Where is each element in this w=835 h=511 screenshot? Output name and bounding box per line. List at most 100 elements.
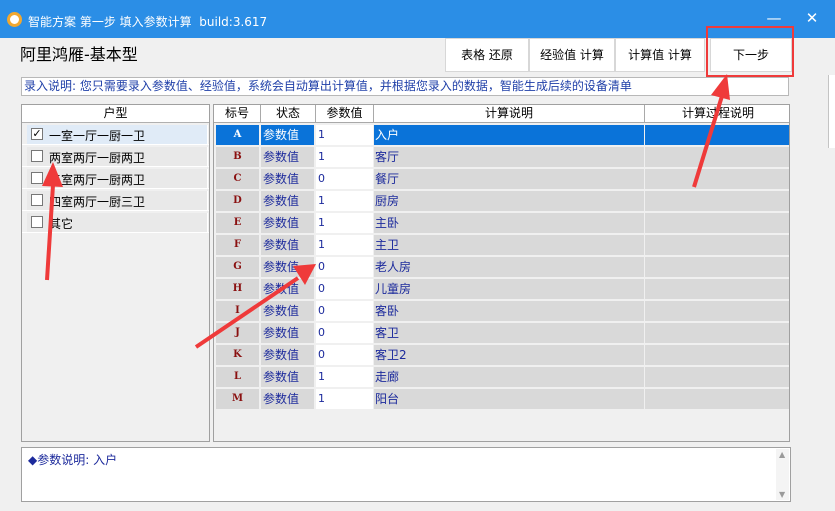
grid-row[interactable]: H 参数值 0 儿童房 [214,278,789,300]
parameter-value-input[interactable]: 0 [316,345,373,365]
description-scrollbar[interactable]: ▲ ▼ [776,449,789,500]
close-button[interactable]: ✕ [802,8,822,28]
grid-row[interactable]: K 参数值 0 客卫2 [214,344,789,366]
row-process-cell [645,257,789,277]
parameter-value-input[interactable]: 0 [316,301,373,321]
parameter-value-input[interactable]: 1 [316,125,373,145]
grid-header: 标号 状态 参数值 计算说明 计算过程说明 [214,105,789,123]
row-description-cell: 走廊 [374,367,644,387]
house-type-item[interactable]: 三室两厅一厨两卫 [22,167,209,189]
parameter-value-input[interactable]: 1 [316,389,373,409]
row-key-cell: C [216,169,259,189]
minimize-button[interactable]: — [764,8,784,28]
row-key-cell: E [216,213,259,233]
row-description-cell: 阳台 [374,389,644,409]
parameter-value-input[interactable]: 1 [316,213,373,233]
row-description-cell: 客卫 [374,323,644,343]
parameter-value-input[interactable]: 0 [316,257,373,277]
grid-row[interactable]: F 参数值 1 主卫 [214,234,789,256]
column-header-description[interactable]: 计算说明 [374,105,645,123]
scroll-up-icon[interactable]: ▲ [779,450,785,459]
parameter-value-input[interactable]: 1 [316,367,373,387]
house-type-item-body: 两室两厅一厨两卫 [27,147,208,166]
column-header-status[interactable]: 状态 [261,105,316,123]
grid-row[interactable]: G 参数值 0 老人房 [214,256,789,278]
grid-row[interactable]: E 参数值 1 主卧 [214,212,789,234]
window-title-text: 智能方案 第一步 填入参数计算 [28,15,192,29]
row-key-cell: H [216,279,259,299]
parameter-value-input[interactable]: 0 [316,279,373,299]
parameter-value-input[interactable]: 1 [316,147,373,167]
row-status-cell: 参数值 [261,345,314,365]
scroll-down-icon[interactable]: ▼ [779,490,785,499]
house-type-item-body: 三室两厅一厨两卫 [27,169,208,188]
house-type-item[interactable]: ✓ 一室一厅一厨一卫 [22,123,209,145]
house-type-label: 其它 [49,217,74,231]
house-type-list: ✓ 一室一厅一厨一卫 两室两厅一厨两卫三室两厅一厨两卫四室两厅一厨三卫其它 [22,123,209,233]
row-status-cell: 参数值 [261,257,314,277]
restore-table-button[interactable]: 表格 还原 [445,38,529,72]
row-description-cell: 餐厅 [374,169,644,189]
grid-row[interactable]: B 参数值 1 客厅 [214,146,789,168]
next-step-highlight-box [706,26,794,77]
experience-calc-button[interactable]: 经验值 计算 [529,38,615,72]
row-key-cell: A [216,125,259,145]
row-process-cell [645,323,789,343]
row-key-cell: K [216,345,259,365]
parameter-grid: 标号 状态 参数值 计算说明 计算过程说明 A 参数值 1 入户 B 参数值 1 客厅 C 参数值… [213,104,790,442]
house-type-checkbox[interactable]: ✓ [31,128,43,140]
row-status-cell: 参数值 [261,323,314,343]
house-type-checkbox[interactable] [31,216,43,228]
house-type-item-body: 其它 [27,213,208,232]
row-process-cell [645,125,789,145]
parameter-value-input[interactable]: 1 [316,191,373,211]
house-type-label: 三室两厅一厨两卫 [49,173,146,187]
house-type-item-body: ✓ 一室一厅一厨一卫 [27,125,208,144]
house-type-item[interactable]: 其它 [22,211,209,233]
client-area: 阿里鸿雁-基本型 表格 还原 经验值 计算 计算值 计算 下一步 录入说明: 您… [0,26,835,511]
instruction-bar: 录入说明: 您只需要录入参数值、经验值，系统会自动算出计算值，并根据您录入的数据… [21,77,789,96]
row-status-cell: 参数值 [261,389,314,409]
house-type-checkbox[interactable] [31,172,43,184]
house-type-item[interactable]: 四室两厅一厨三卫 [22,189,209,211]
grid-row[interactable]: D 参数值 1 厨房 [214,190,789,212]
grid-row[interactable]: J 参数值 0 客卫 [214,322,789,344]
row-status-cell: 参数值 [261,191,314,211]
grid-row[interactable]: L 参数值 1 走廊 [214,366,789,388]
house-type-checkbox[interactable] [31,194,43,206]
row-description-cell: 儿童房 [374,279,644,299]
grid-row[interactable]: C 参数值 0 餐厅 [214,168,789,190]
row-process-cell [645,301,789,321]
build-label: build:3.617 [199,15,268,29]
house-type-checkbox[interactable] [31,150,43,162]
row-process-cell [645,147,789,167]
row-key-cell: G [216,257,259,277]
house-type-item[interactable]: 两室两厅一厨两卫 [22,145,209,167]
row-description-cell: 客卧 [374,301,644,321]
column-header-value[interactable]: 参数值 [316,105,374,123]
column-header-key[interactable]: 标号 [214,105,261,123]
computed-calc-button[interactable]: 计算值 计算 [615,38,705,72]
row-key-cell: M [216,389,259,409]
row-description-cell: 主卧 [374,213,644,233]
row-key-cell: L [216,367,259,387]
column-header-process[interactable]: 计算过程说明 [645,105,789,123]
side-scroll-strip [828,75,835,148]
grid-row[interactable]: I 参数值 0 客卧 [214,300,789,322]
row-key-cell: I [216,301,259,321]
row-status-cell: 参数值 [261,367,314,387]
row-process-cell [645,169,789,189]
parameter-value-input[interactable]: 0 [316,323,373,343]
grid-row[interactable]: M 参数值 1 阳台 [214,388,789,410]
parameter-value-input[interactable]: 0 [316,169,373,189]
row-process-cell [645,213,789,233]
parameter-description-panel: ◆参数说明: 入户 ▲ ▼ [21,447,791,502]
row-description-cell: 客厅 [374,147,644,167]
row-key-cell: B [216,147,259,167]
parameter-value-input[interactable]: 1 [316,235,373,255]
app-logo-icon [7,12,22,27]
grid-row[interactable]: A 参数值 1 入户 [214,124,789,146]
row-description-cell: 老人房 [374,257,644,277]
row-status-cell: 参数值 [261,213,314,233]
row-process-cell [645,389,789,409]
